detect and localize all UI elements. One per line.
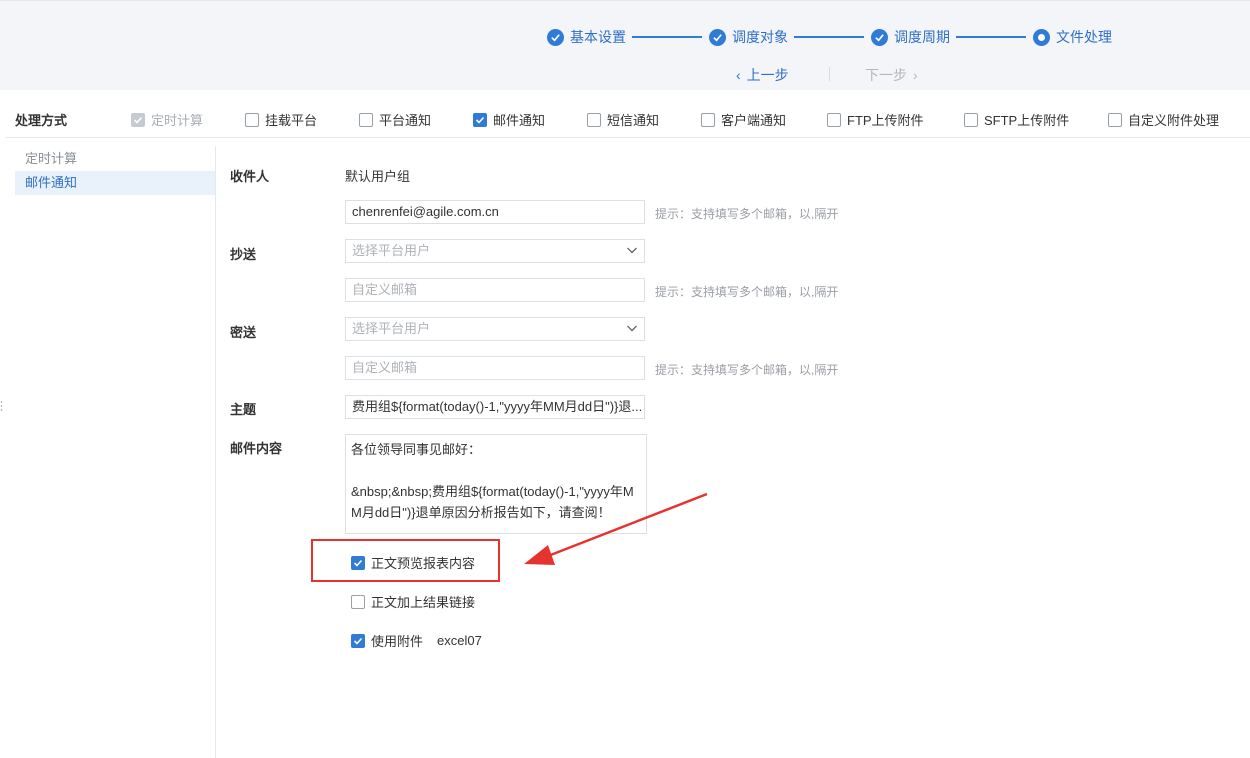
option-result-link[interactable]: 正文加上结果链接	[351, 592, 475, 611]
chevron-down-icon	[627, 247, 637, 254]
checkbox[interactable]	[351, 594, 365, 609]
step-schedule-period[interactable]: 调度周期	[871, 27, 950, 47]
cc-custom-email-input[interactable]: 自定义邮箱	[345, 278, 645, 302]
step-connector	[956, 36, 1026, 38]
attachment-format: excel07	[437, 633, 482, 648]
step-file-processing[interactable]: 文件处理	[1033, 27, 1112, 47]
step-label: 基本设置	[570, 29, 626, 45]
step-label: 文件处理	[1056, 29, 1112, 45]
annotation-highlight-box	[311, 539, 500, 582]
checkbox-checked[interactable]	[473, 112, 487, 127]
subject-label: 主题	[230, 402, 257, 417]
option-sftp-upload[interactable]: SFTP上传附件	[964, 110, 1069, 129]
bcc-hint: 提示：支持填写多个邮箱，以,隔开	[655, 363, 839, 377]
content-line	[351, 460, 641, 481]
checkbox[interactable]	[827, 112, 841, 127]
email-content-textarea[interactable]: 各位领导同事见邮好： &nbsp;&nbsp;费用组${format(today…	[345, 434, 647, 534]
content-line: &nbsp;&nbsp;费用组${format(today()-1,"yyyy年…	[351, 484, 634, 499]
recipient-label: 收件人	[230, 169, 270, 184]
step-connector	[632, 36, 702, 38]
checkbox[interactable]	[964, 112, 978, 127]
check-icon	[871, 28, 888, 46]
content-line: M月dd日")}退单原因分析报告如下，请查阅！	[351, 505, 611, 520]
option-use-attachment[interactable]: 使用附件 excel07	[351, 631, 482, 650]
step-label: 调度周期	[894, 29, 950, 45]
subject-input[interactable]: 费用组${format(today()-1,"yyyy年MM月dd日")}退..…	[345, 395, 645, 419]
next-step-button[interactable]: 下一步 ›	[865, 65, 918, 85]
step-label: 调度对象	[732, 29, 788, 45]
step-connector	[794, 36, 864, 38]
checkbox[interactable]	[587, 112, 601, 127]
recipient-email-input[interactable]: chenrenfei@agile.com.cn	[345, 200, 645, 224]
option-sms-notify[interactable]: 短信通知	[587, 110, 659, 129]
option-ftp-upload[interactable]: FTP上传附件	[827, 110, 924, 129]
cc-label: 抄送	[230, 247, 257, 262]
checkbox[interactable]	[359, 112, 373, 127]
recipient-hint: 提示：支持填写多个邮箱，以,隔开	[655, 207, 839, 221]
content-label: 邮件内容	[230, 441, 283, 456]
checkbox-disabled-checked	[131, 112, 145, 127]
checkbox[interactable]	[701, 112, 715, 127]
checkbox[interactable]	[1108, 112, 1122, 127]
side-menu: 定时计算 邮件通知	[15, 146, 216, 758]
side-item-timed-calc[interactable]: 定时计算	[15, 147, 215, 171]
step-schedule-object[interactable]: 调度对象	[709, 27, 788, 47]
recipient-group: 默认用户组	[345, 169, 411, 184]
bcc-custom-email-input[interactable]: 自定义邮箱	[345, 356, 645, 380]
resize-handle[interactable]	[0, 400, 3, 412]
option-email-notify[interactable]: 邮件通知	[473, 110, 545, 129]
prev-step-button[interactable]: ‹ 上一步	[736, 65, 789, 85]
side-item-email-notify[interactable]: 邮件通知	[15, 171, 215, 195]
option-mount-platform[interactable]: 挂载平台	[245, 110, 317, 129]
check-icon	[709, 28, 726, 46]
bcc-label: 密送	[230, 325, 257, 340]
cc-user-select[interactable]: 选择平台用户	[345, 239, 645, 263]
option-timed-calc: 定时计算	[131, 110, 203, 129]
chevron-left-icon: ‹	[736, 67, 741, 83]
content-line: 各位领导同事见邮好：	[351, 442, 482, 457]
nav-divider	[829, 67, 830, 81]
current-step-icon	[1033, 28, 1050, 46]
checkbox[interactable]	[245, 112, 259, 127]
option-custom-attachment[interactable]: 自定义附件处理	[1108, 110, 1219, 129]
chevron-down-icon	[627, 325, 637, 332]
bcc-user-select[interactable]: 选择平台用户	[345, 317, 645, 341]
option-platform-notify[interactable]: 平台通知	[359, 110, 431, 129]
cc-hint: 提示：支持填写多个邮箱，以,隔开	[655, 285, 839, 299]
option-client-notify[interactable]: 客户端通知	[701, 110, 786, 129]
processing-method-title: 处理方式	[15, 113, 68, 128]
check-icon	[547, 28, 564, 46]
step-header: 基本设置 调度对象 调度周期 文件处理 ‹ 上一步 下一步 ›	[0, 0, 1250, 90]
step-basic-settings[interactable]: 基本设置	[547, 27, 626, 47]
chevron-right-icon: ›	[913, 67, 918, 83]
checkbox-checked[interactable]	[351, 633, 365, 648]
processing-method-row: 处理方式 定时计算 挂载平台 平台通知 邮件通知 短信通知 客户端通知 FTP上…	[6, 98, 1250, 138]
